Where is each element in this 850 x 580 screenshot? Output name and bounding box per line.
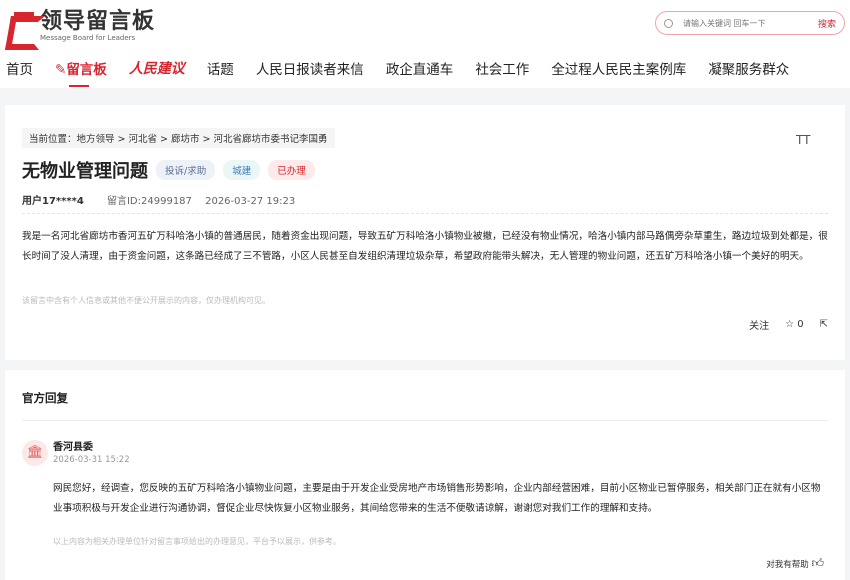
nav-topics[interactable]: 话题 [207,58,234,78]
nav-gov-enterprise[interactable]: 政企直通车 [386,58,454,78]
nav-democracy-cases[interactable]: 全过程人民民主案例库 [551,58,686,78]
status-badge: 已办理 [268,160,315,180]
message-meta: 用户17****4 留言ID:24999187 2026-03-27 19:23 [22,192,305,207]
divider [22,420,828,421]
site-header: 领导留言板 Message Board for Leaders 搜索 首页 ✎留… [0,0,850,88]
search-button[interactable]: 搜索 [818,17,836,30]
nav-message-board[interactable]: ✎留言板 [55,58,107,87]
share-icon[interactable]: ⇱ [820,319,828,330]
reply-time: 2026-03-31 15:22 [53,455,130,465]
title-text: 无物业管理问题 [22,161,148,182]
main-nav: 首页 ✎留言板 人民建议 话题 人民日报读者来信 政企直通车 社会工作 全过程人… [6,58,811,87]
nav-social-work[interactable]: 社会工作 [475,58,529,78]
logo-subtitle: Message Board for Leaders [40,34,136,42]
helpful-button[interactable]: 对我有帮助 👍︎ [766,556,824,571]
user-name: 用户17****4 [22,196,84,207]
search-icon [664,18,673,28]
logo-icon [8,12,34,40]
nav-serve-masses[interactable]: 凝聚服务群众 [708,58,789,78]
thumbs-up-icon: 👍︎ [811,556,824,570]
like-count: 0 [797,319,804,330]
logo[interactable]: 领导留言板 Message Board for Leaders [8,10,155,42]
message-actions: 关注 ☆ 0 ⇱ [733,317,828,332]
edit-icon: ✎ [55,62,67,78]
tag-category: 城建 [223,160,261,180]
logo-title: 领导留言板 [40,9,156,34]
breadcrumb[interactable]: 当前位置：地方领导 > 河北省 > 廊坊市 > 河北省廊坊市委书记李国勇 [22,128,335,148]
privacy-note: 该留言中含有个人信息或其他不便公开展示的内容，仅办理机构可见。 [22,296,270,305]
message-title: 无物业管理问题 投诉/求助 城建 已办理 [22,157,315,183]
tag-type: 投诉/求助 [156,160,216,180]
divider [22,213,828,214]
reply-org: 香河县委 [53,442,93,453]
search-box: 搜索 [655,11,845,35]
nav-readers-letters[interactable]: 人民日报读者来信 [256,58,364,78]
reply-note: 以上内容为相关办理单位针对留言事项给出的办理意见，平台予以展示，供参考。 [53,537,341,546]
helpful-label: 对我有帮助 [766,560,809,570]
like-button[interactable]: ☆ 0 [785,319,804,330]
reply-heading: 官方回复 [22,391,68,405]
message-content: 我是一名河北省廊坊市香河五矿万科哈洛小镇的普通居民，随着资金出现问题，导致五矿万… [22,231,828,262]
message-time: 2026-03-27 19:23 [205,196,296,207]
reply-content: 网民您好，经调查，您反映的五矿万科哈洛小镇物业问题，主要是由于开发企业受房地产市… [53,483,821,514]
message-id: 留言ID:24999187 [106,196,192,207]
reply-card [5,370,845,580]
government-building-icon: 🏛 [22,440,48,466]
nav-people-suggestions[interactable]: 人民建议 [129,58,185,78]
search-input[interactable] [683,18,818,28]
star-icon: ☆ [785,319,795,330]
font-size-icon[interactable]: TT [796,133,810,147]
nav-home[interactable]: 首页 [6,58,33,78]
follow-button[interactable]: 关注 [749,317,769,332]
